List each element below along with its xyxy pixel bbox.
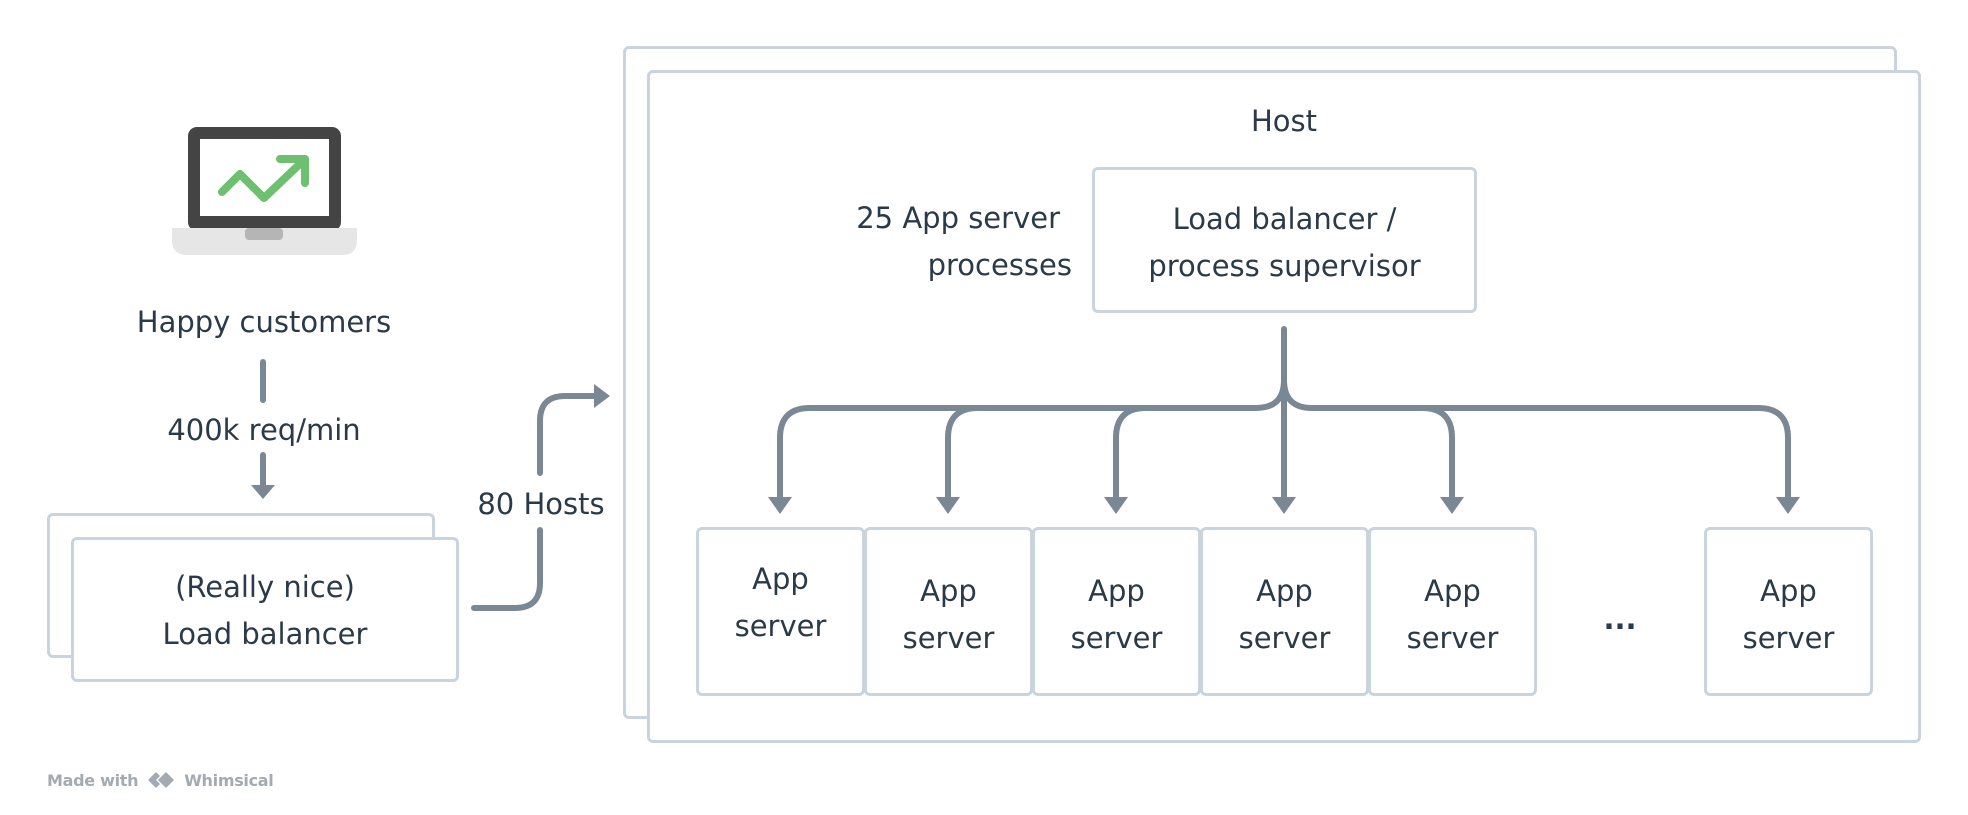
supervisor-line1: Load balancer /: [1172, 202, 1397, 236]
app-server-node[interactable]: App server: [1200, 527, 1369, 696]
whimsical-brand-text: Whimsical: [184, 770, 274, 790]
load-balancer-node[interactable]: (Really nice) Load balancer: [71, 537, 459, 682]
app-server-line1: App: [1088, 574, 1145, 608]
customer-arrowhead: [251, 485, 275, 499]
app-server-node[interactable]: App server: [1704, 527, 1873, 696]
app-server-line1: App: [1424, 574, 1481, 608]
load-balancer-line1: (Really nice): [175, 570, 355, 604]
host-title: Host: [1250, 104, 1318, 138]
app-server-line2: server: [902, 621, 995, 655]
hosts-arrowhead: [594, 384, 610, 408]
customers-label: Happy customers: [136, 305, 392, 339]
whimsical-logo-icon: [148, 772, 175, 788]
processes-note-line1: 25 App server: [856, 201, 1060, 235]
processes-note-line2: processes: [927, 248, 1072, 282]
app-server-line1: App: [752, 562, 809, 596]
app-server-node[interactable]: App server: [864, 527, 1033, 696]
supervisor-node[interactable]: Load balancer / process supervisor: [1092, 167, 1477, 313]
app-server-node[interactable]: App server: [1032, 527, 1201, 696]
app-server-node[interactable]: App server: [696, 527, 865, 696]
request-rate-label: 400k req/min: [167, 413, 361, 447]
ellipsis: ...: [1603, 602, 1637, 636]
app-server-node[interactable]: App server: [1368, 527, 1537, 696]
hosts-edge-bottom: [471, 527, 543, 611]
supervisor-line2: process supervisor: [1148, 249, 1421, 283]
app-server-line1: App: [1760, 574, 1817, 608]
app-server-line2: server: [1070, 621, 1163, 655]
laptop-trending-up-icon: [172, 127, 357, 255]
app-server-line1: App: [1256, 574, 1313, 608]
hosts-count-label: 80 Hosts: [477, 487, 605, 521]
hosts-edge-top: [537, 393, 597, 476]
made-with-badge[interactable]: Made with Whimsical: [47, 770, 274, 790]
app-server-line2: server: [1406, 621, 1499, 655]
app-server-line2: server: [1742, 621, 1835, 655]
made-with-text: Made with: [47, 770, 139, 790]
app-server-line2: server: [734, 609, 827, 643]
app-server-line2: server: [1238, 621, 1331, 655]
app-server-line1: App: [920, 574, 977, 608]
load-balancer-line2: Load balancer: [162, 617, 368, 651]
